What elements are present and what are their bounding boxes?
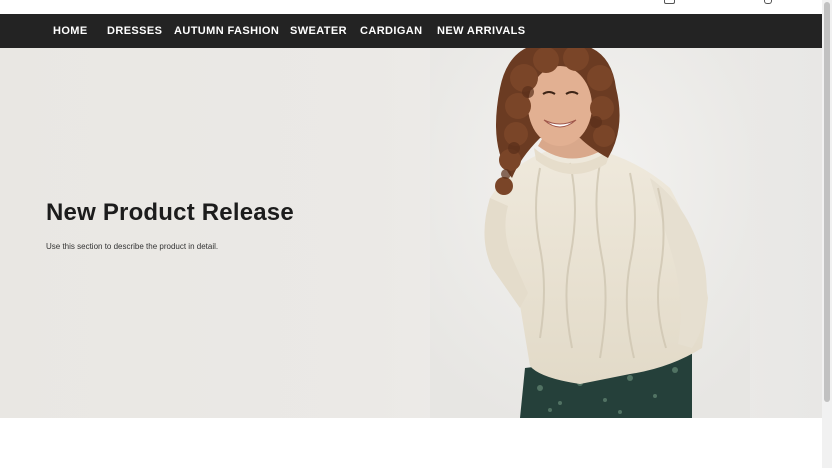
nav-item-new-arrivals[interactable]: NEW ARRIVALS [437, 25, 526, 37]
bag-icon[interactable] [664, 0, 675, 4]
nav-item-sweater[interactable]: SWEATER [290, 25, 347, 37]
nav-item-home[interactable]: HOME [53, 25, 88, 37]
main-navigation: HOME DRESSES AUTUMN FASHION SWEATER CARD… [0, 14, 822, 48]
hero-banner: New Product Release Use this section to … [0, 48, 822, 418]
nav-item-autumn-fashion[interactable]: AUTUMN FASHION [174, 25, 279, 37]
nav-item-dresses[interactable]: DRESSES [107, 25, 162, 37]
page-scrollbar[interactable] [822, 0, 832, 468]
hero-description: Use this section to describe the product… [46, 242, 219, 251]
hero-title: New Product Release [46, 199, 294, 226]
top-utility-bar [0, 0, 822, 14]
content-below-hero [0, 418, 822, 468]
hero-model-image [430, 48, 750, 418]
scrollbar-thumb[interactable] [824, 2, 830, 402]
account-icon[interactable] [764, 0, 772, 4]
nav-item-cardigan[interactable]: CARDIGAN [360, 25, 422, 37]
